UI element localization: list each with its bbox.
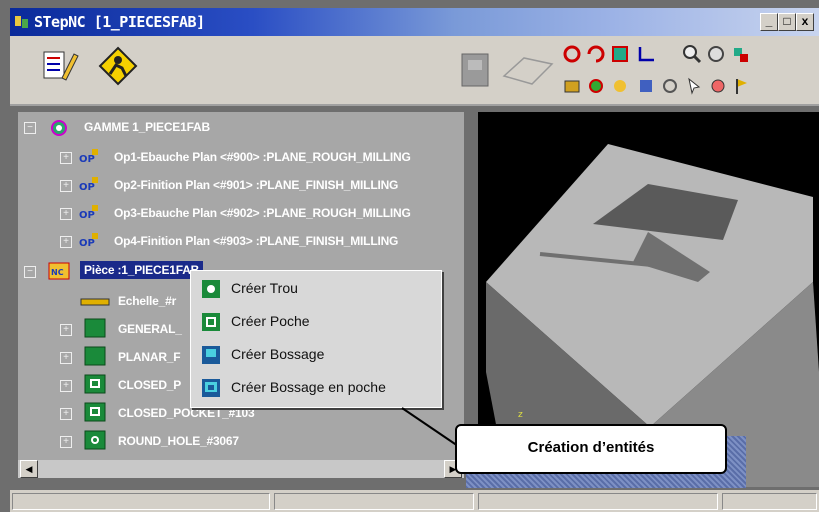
orbit-icon[interactable] [660, 76, 680, 96]
expand-icon[interactable]: + [60, 324, 72, 336]
minimize-button[interactable]: _ [760, 13, 778, 31]
expand-icon[interactable]: + [60, 236, 72, 248]
callout-text: Création d’entités [527, 439, 655, 456]
collapse-icon[interactable]: − [24, 266, 36, 278]
part-outline-icon[interactable] [502, 54, 554, 86]
svg-text:OP: OP [79, 154, 95, 165]
callout-box: Création d’entités [455, 424, 727, 474]
pocket-icon [202, 313, 220, 331]
operation-icon: OP [79, 177, 98, 193]
status-cell [478, 493, 718, 510]
zoom-icon[interactable] [682, 44, 702, 64]
svg-text:OP: OP [79, 238, 95, 249]
feature-icon [84, 346, 106, 366]
expand-icon[interactable]: + [60, 152, 72, 164]
menu-item-label: Créer Poche [231, 313, 310, 329]
hand-icon[interactable] [610, 76, 630, 96]
pocket-icon [84, 402, 106, 422]
window-title: STepNC [1_PIECESFAB] [34, 13, 205, 31]
svg-text:OP: OP [79, 182, 95, 193]
tree-item-label: GENERAL_ [118, 322, 182, 336]
expand-icon[interactable]: + [60, 208, 72, 220]
axes-icon[interactable] [636, 44, 656, 64]
edit-list-icon[interactable] [40, 46, 80, 86]
svg-text:NC: NC [51, 268, 64, 277]
feature-icon [84, 318, 106, 338]
tree-item-op2[interactable]: + OP Op2-Finition Plan <#901> :PLANE_FIN… [18, 172, 464, 198]
tree-item-label: Op2-Finition Plan <#901> :PLANE_FINISH_M… [114, 178, 399, 192]
operation-icon: OP [79, 205, 98, 221]
expand-icon[interactable]: + [60, 408, 72, 420]
select-icon[interactable] [610, 44, 630, 64]
pocket-icon [84, 374, 106, 394]
tree-item-label: Op4-Finition Plan <#903> :PLANE_FINISH_M… [114, 234, 399, 248]
target-icon[interactable] [708, 76, 728, 96]
close-button[interactable]: x [796, 13, 814, 31]
status-cell [274, 493, 474, 510]
hole-icon [84, 430, 106, 450]
pan-icon[interactable] [636, 76, 656, 96]
tree-item-label: Echelle_#r [118, 294, 177, 308]
tree-item-label-selected: Pièce :1_PIECE1FAB [80, 261, 204, 279]
tree-root-label: GAMME 1_PIECE1FAB [84, 120, 210, 134]
tree-item-label: CLOSED_P [118, 378, 182, 392]
view-icon[interactable] [706, 44, 726, 64]
scroll-left-button[interactable]: ◀ [20, 460, 38, 478]
tree-item-op3[interactable]: + OP Op3-Ebauche Plan <#902> :PLANE_ROUG… [18, 200, 464, 226]
paint-icon[interactable] [730, 44, 750, 64]
worker-sign-icon[interactable] [98, 46, 138, 86]
menu-item-label: Créer Trou [231, 280, 298, 296]
status-cell [12, 493, 270, 510]
axis-marker: z [518, 410, 523, 420]
title-bar: STepNC [1_PIECESFAB] _ □ x [10, 8, 819, 36]
maximize-button[interactable]: □ [778, 13, 796, 31]
boss-icon [202, 346, 220, 364]
rotate-icon[interactable] [586, 44, 606, 64]
tree-item-label: PLANAR_F [118, 350, 181, 364]
expand-icon[interactable]: + [60, 436, 72, 448]
tree-item-label: Op3-Ebauche Plan <#902> :PLANE_ROUGH_MIL… [114, 206, 411, 220]
gear-icon [51, 120, 67, 136]
tree-item-op1[interactable]: + OP Op1-Ebauche Plan <#900> :PLANE_ROUG… [18, 144, 464, 170]
menu-item-creer-trou[interactable]: Créer Trou [191, 273, 441, 306]
tree-item-round-hole[interactable]: + ROUND_HOLE_#3067 [18, 428, 464, 454]
tree-item-label: Op1-Ebauche Plan <#900> :PLANE_ROUGH_MIL… [114, 150, 411, 164]
solid-icon[interactable] [562, 76, 582, 96]
menu-item-creer-poche[interactable]: Créer Poche [191, 306, 441, 339]
operation-icon: OP [79, 233, 98, 249]
stepnc-icon: NC [48, 262, 70, 280]
context-menu[interactable]: Créer Trou Créer Poche Créer Bossage Cré… [190, 270, 442, 408]
tree-root-gamme[interactable]: − GAMME 1_PIECE1FAB [18, 114, 464, 140]
main-toolbar [10, 36, 819, 106]
menu-item-creer-bossage[interactable]: Créer Bossage [191, 339, 441, 372]
status-bar [10, 490, 819, 512]
collapse-icon[interactable]: − [24, 122, 36, 134]
menu-item-label: Créer Bossage en poche [231, 379, 386, 395]
operation-icon: OP [79, 149, 98, 165]
pointer-icon[interactable] [684, 76, 704, 96]
menu-item-label: Créer Bossage [231, 346, 325, 362]
expand-icon[interactable]: + [60, 180, 72, 192]
tree-horizontal-scrollbar[interactable]: ◀ ▶ [18, 460, 464, 478]
machine-icon[interactable] [458, 50, 492, 90]
hole-icon [202, 280, 220, 298]
status-cell [722, 493, 817, 510]
flag-icon[interactable] [732, 76, 752, 96]
ruler-icon [80, 298, 110, 306]
app-icon [15, 16, 28, 28]
expand-icon[interactable]: + [60, 380, 72, 392]
svg-text:OP: OP [79, 210, 95, 221]
tree-item-label: ROUND_HOLE_#3067 [118, 434, 239, 448]
expand-icon[interactable]: + [60, 352, 72, 364]
refresh-icon[interactable] [562, 44, 582, 64]
menu-item-creer-bossage-en-poche[interactable]: Créer Bossage en poche [191, 372, 441, 405]
move-icon[interactable] [586, 76, 606, 96]
tree-item-op4[interactable]: + OP Op4-Finition Plan <#903> :PLANE_FIN… [18, 228, 464, 254]
boss-pocket-icon [202, 379, 220, 397]
tree-item-label: CLOSED_POCKET_#103 [118, 406, 255, 420]
